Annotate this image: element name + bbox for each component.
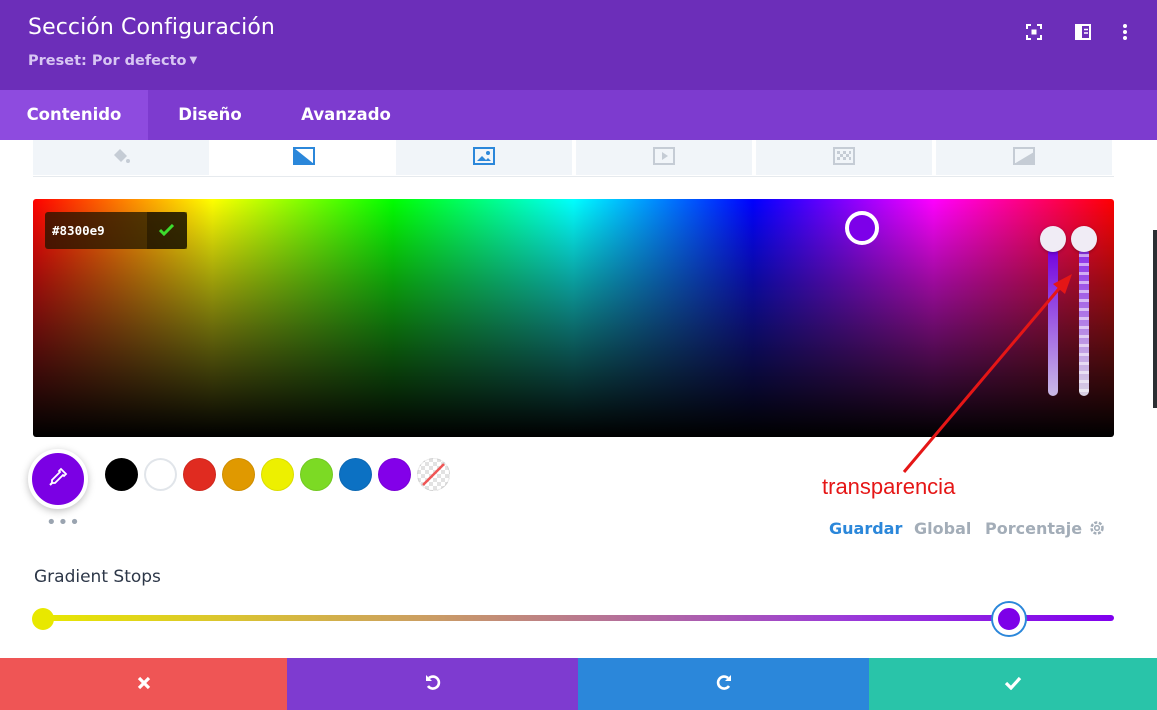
hue-slider-handle[interactable] [1040,226,1066,252]
modal-header: Sección Configuración Preset: Por defect… [0,0,1157,90]
expand-icon[interactable] [1022,20,1046,44]
pattern-icon [833,146,855,169]
no-color-icon [422,463,445,486]
more-options-icon[interactable]: ••• [46,514,81,532]
swatch-black[interactable] [105,458,138,491]
swatch-red[interactable] [183,458,216,491]
undo-button[interactable] [287,658,578,710]
gradient-icon [293,146,315,169]
alpha-slider[interactable] [1079,248,1089,396]
alpha-slider-handle[interactable] [1071,226,1097,252]
scrollbar[interactable] [1153,230,1157,408]
annotation-arrow [902,274,1072,473]
caret-down-icon: ▼ [189,55,198,66]
palette-global-link[interactable]: Global [914,519,971,538]
eyedropper-button[interactable] [28,449,88,509]
undo-icon [423,672,443,696]
bg-tab-video[interactable] [576,140,752,175]
hex-input[interactable]: #8300e9 [45,212,187,249]
image-icon [473,146,495,169]
preset-dropdown[interactable]: Preset: Por defecto ▼ [28,53,197,69]
gradient-track[interactable] [40,615,1114,621]
annotation-label: transparencia [822,474,956,499]
cancel-button[interactable] [0,658,287,710]
hex-confirm-button[interactable] [147,212,187,249]
mask-icon [1013,146,1035,169]
swatch-white[interactable] [144,458,177,491]
swatch-green[interactable] [300,458,333,491]
settings-tabs: Contenido Diseño Avanzado [0,90,1157,140]
check-icon [1004,675,1022,694]
gradient-stops-label: Gradient Stops [34,567,161,587]
tab-contenido[interactable]: Contenido [0,90,148,140]
palette-percentage-link[interactable]: Porcentaje [985,519,1082,538]
bg-tab-image[interactable] [396,140,572,175]
gradient-stop-end[interactable] [993,603,1025,635]
bg-tab-mask[interactable] [936,140,1112,175]
bg-tab-gradient[interactable] [216,140,392,175]
tab-avanzado[interactable]: Avanzado [288,90,404,140]
bg-tab-pattern[interactable] [756,140,932,175]
modal-footer [0,658,1157,710]
preset-label: Preset: Por defecto [28,53,187,69]
hex-value[interactable]: #8300e9 [52,223,105,238]
video-icon [653,146,675,169]
swatch-yellow[interactable] [261,458,294,491]
more-vertical-icon[interactable] [1113,20,1137,44]
save-button[interactable] [869,658,1157,710]
modal-title: Sección Configuración [28,15,275,40]
bg-tab-color[interactable] [33,140,209,175]
redo-button[interactable] [578,658,869,710]
palette-save-link[interactable]: Guardar [829,519,902,538]
swatch-purple[interactable] [378,458,411,491]
split-view-icon[interactable] [1071,20,1095,44]
tab-diseno[interactable]: Diseño [158,90,262,140]
swatch-blue[interactable] [339,458,372,491]
close-icon [137,675,151,694]
eyedropper-icon [47,466,69,492]
redo-icon [714,672,734,696]
check-icon [158,221,175,240]
gradient-stop-start[interactable] [32,608,54,630]
paint-bucket-icon [111,147,131,169]
gear-icon[interactable] [1088,519,1106,541]
color-cursor[interactable] [845,211,879,245]
swatch-transparent[interactable] [417,458,450,491]
swatch-orange[interactable] [222,458,255,491]
background-type-tabs [33,140,1114,177]
